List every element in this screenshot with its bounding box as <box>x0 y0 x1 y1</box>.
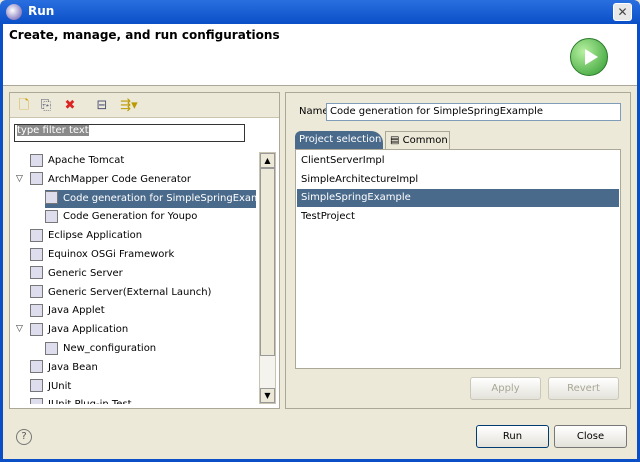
tree-item-label: Equinox OSGi Framework <box>48 249 175 260</box>
config-type-icon <box>30 322 43 336</box>
tree-item[interactable]: Equinox OSGi Framework <box>30 246 174 264</box>
tree-item-label: Java Applet <box>48 305 105 317</box>
scroll-up-button[interactable]: ▲ <box>260 153 275 168</box>
config-type-icon <box>30 228 43 242</box>
tree-item-label: Code Generation for Youpo <box>63 211 198 223</box>
filter-input[interactable]: type filter text <box>14 124 245 142</box>
project-item[interactable]: TestProject <box>297 208 619 226</box>
project-item[interactable]: ClientServerImpl <box>297 152 619 170</box>
config-type-icon <box>30 247 43 261</box>
config-type-icon <box>30 285 43 299</box>
tree-item[interactable]: New_configuration <box>45 340 156 358</box>
config-type-icon <box>45 191 58 205</box>
tab-common[interactable]: ▤ Common <box>385 131 450 149</box>
tree-item[interactable]: Code Generation for Youpo <box>45 208 197 226</box>
tree-item-label: New_configuration <box>63 343 157 354</box>
new-config-icon[interactable]: 🗋 <box>16 98 32 114</box>
tree-item[interactable]: Eclipse Application <box>30 227 142 245</box>
tree-item[interactable]: JUnit Plug-in Test <box>30 396 132 405</box>
filter-menu-icon[interactable]: ⇶▾ <box>116 98 142 114</box>
tree-item[interactable]: JUnit <box>30 378 71 396</box>
tree-item-label: Eclipse Application <box>48 230 143 242</box>
config-type-icon <box>30 153 43 167</box>
tree-item-label: Generic Server(External Launch) <box>48 286 212 298</box>
tree-item-label: JUnit Plug-in Test <box>48 399 132 404</box>
config-type-icon <box>30 379 43 393</box>
project-item[interactable]: SimpleArchitectureImpl <box>297 171 619 189</box>
apply-button[interactable]: Apply <box>470 377 541 400</box>
tree-toolbar: 🗋 ⎘ ✖ ⊟ ⇶▾ <box>10 93 279 118</box>
duplicate-icon[interactable]: ⎘ <box>38 98 54 114</box>
tree-item-label: Apache Tomcat <box>48 155 125 166</box>
config-type-icon <box>45 341 58 355</box>
tree-item[interactable]: Apache Tomcat <box>30 152 124 170</box>
tree-item-label: JUnit <box>48 380 72 392</box>
run-button[interactable]: Run <box>476 425 549 448</box>
tab-project-selection[interactable]: Project selection <box>295 131 383 149</box>
expand-toggle-icon[interactable]: ▽ <box>16 174 23 184</box>
eclipse-icon <box>6 4 22 20</box>
tree-item-label: Java Bean <box>48 361 98 373</box>
config-type-icon <box>30 266 43 280</box>
delete-icon[interactable]: ✖ <box>62 98 78 114</box>
tree-item[interactable]: Java Applet <box>30 302 105 320</box>
tree-item-label: Code generation for SimpleSpringExample <box>63 192 277 204</box>
window-title: Run <box>28 4 55 18</box>
collapse-all-icon[interactable]: ⊟ <box>94 98 110 114</box>
help-icon[interactable]: ? <box>16 429 32 445</box>
close-window-button[interactable]: ✕ <box>613 3 632 21</box>
tree-item-label: ArchMapper Code Generator <box>48 173 192 185</box>
dialog-header: Create, manage, and run configurations <box>3 24 637 86</box>
tree-item[interactable]: Java Application <box>30 321 128 339</box>
project-list: ClientServerImpl SimpleArchitectureImpl Si… <box>295 149 621 369</box>
tree-item[interactable]: ArchMapper Code Generator <box>30 171 191 189</box>
tree-item[interactable]: Java Bean <box>30 359 98 377</box>
tab-common-label: Common <box>402 135 448 146</box>
title-bar: Run ✕ <box>0 0 640 24</box>
config-type-icon <box>30 360 43 374</box>
close-button[interactable]: Close <box>554 425 627 448</box>
filter-placeholder: type filter text <box>17 125 89 136</box>
config-type-icon <box>30 397 43 405</box>
expand-toggle-icon[interactable]: ▽ <box>16 324 23 334</box>
name-input[interactable]: Code generation for SimpleSpringExample <box>326 103 621 121</box>
tree-item[interactable]: Code generation for SimpleSpringExample <box>45 189 276 208</box>
config-type-icon <box>45 209 58 223</box>
tree-item[interactable]: Generic Server <box>30 265 123 283</box>
common-tab-icon: ▤ <box>390 135 403 146</box>
revert-button[interactable]: Revert <box>548 377 619 400</box>
config-type-icon <box>30 172 43 186</box>
tree-item[interactable]: Generic Server(External Launch) <box>30 284 211 302</box>
project-item[interactable]: SimpleSpringExample <box>297 189 619 208</box>
scroll-thumb[interactable] <box>260 168 275 356</box>
scroll-down-button[interactable]: ▼ <box>260 388 275 403</box>
config-type-icon <box>30 303 43 317</box>
run-banner-icon <box>570 38 608 76</box>
dialog-title: Create, manage, and run configurations <box>9 28 280 42</box>
tree-item-label: Java Application <box>48 324 129 336</box>
tree-item-label: Generic Server <box>48 267 123 279</box>
